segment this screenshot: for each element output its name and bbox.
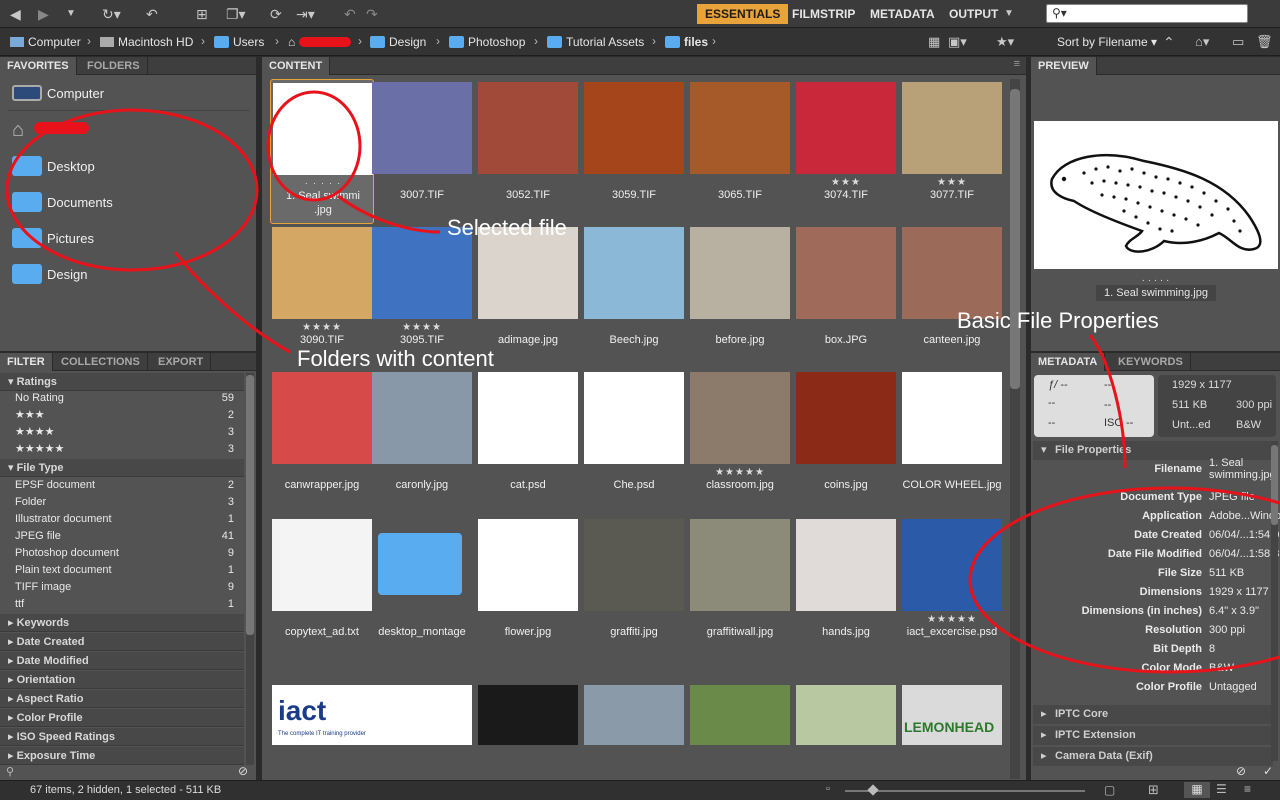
annotation-overlay: [5, 90, 1280, 674]
annotation-ellipse-properties: [968, 486, 1280, 674]
annotation-ellipse-selected: [266, 90, 362, 202]
annotation-arrow-basic: [1088, 334, 1127, 469]
annotation-ellipse-favorites: [5, 108, 259, 272]
annotation-arrow-folders: [173, 251, 291, 354]
annotation-arrow-selected: [337, 194, 441, 234]
annotation-folders-with-content: Folders with content: [297, 346, 494, 371]
annotation-basic-file-properties: Basic File Properties: [957, 308, 1159, 333]
annotation-selected-file: Selected file: [447, 215, 567, 240]
